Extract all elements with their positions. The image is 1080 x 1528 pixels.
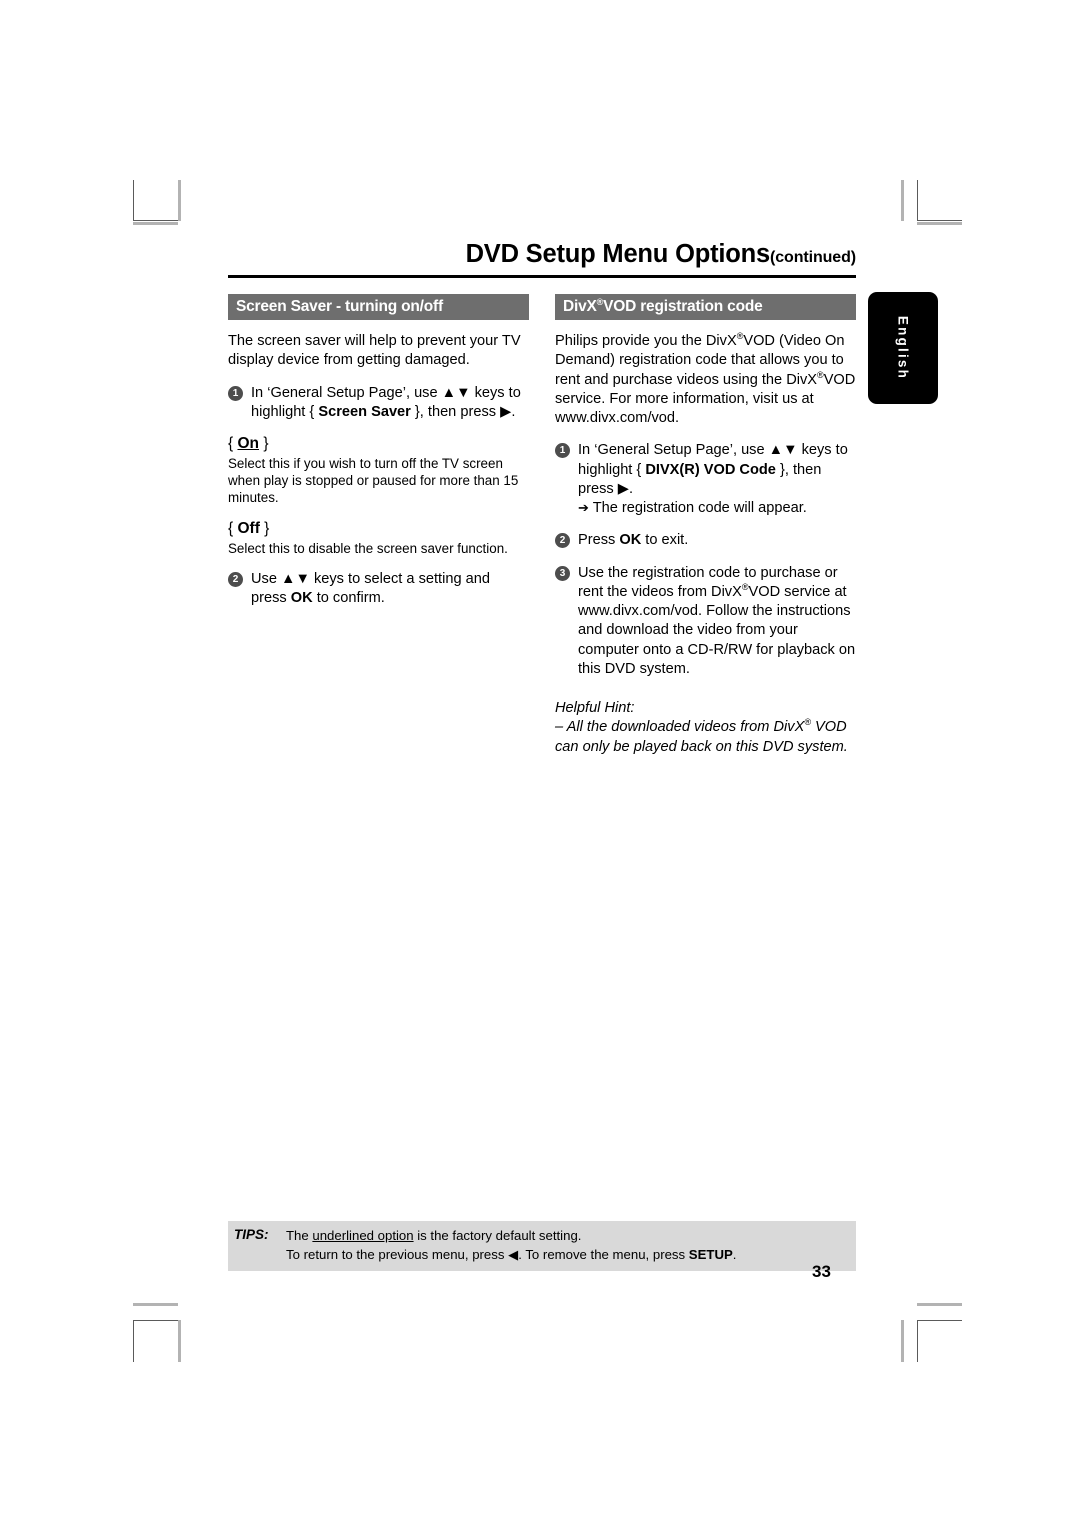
column-right: DivX®VOD registration code Philips provi… [555, 294, 856, 757]
tips-bar: TIPS: The underlined option is the facto… [228, 1221, 856, 1272]
section-header-divx-vod: DivX®VOD registration code [555, 294, 856, 321]
helpful-hint-heading: Helpful Hint: [555, 700, 635, 717]
option-off-label: Off [237, 519, 260, 537]
divx-step-2-text-after: to exit. [641, 532, 689, 549]
page-number: 33 [812, 1262, 831, 1281]
tips-content: The underlined option is the factory def… [286, 1227, 736, 1264]
column-left: Screen Saver - turning on/off The screen… [228, 294, 529, 757]
step-bullet-1: 1 [228, 385, 243, 401]
option-on-heading: { On } [228, 435, 529, 454]
tips-line-1-post: is the factory default setting. [413, 1228, 582, 1243]
helpful-hint: Helpful Hint: – All the downloaded video… [555, 699, 856, 757]
divx-step-1-result-text: The registration code will appear. [592, 500, 807, 517]
option-on-description: Select this if you wish to turn off the … [228, 455, 519, 506]
screen-saver-step-2: 2 Use ▲▼ keys to select a setting and pr… [228, 570, 529, 609]
registered-trademark-icon: ® [817, 369, 824, 380]
tips-line-1-underlined: underlined option [312, 1228, 414, 1243]
tips-line-1-pre: The [286, 1228, 313, 1243]
tips-line-1: The underlined option is the factory def… [286, 1227, 736, 1246]
divx-step-1: 1 In ‘General Setup Page’, use ▲▼ keys t… [555, 441, 856, 518]
step-bullet-2: 2 [228, 571, 243, 587]
step-bullet-1: 1 [555, 443, 570, 459]
divx-step-1-bold-term: DIVX(R) VOD Code [645, 461, 776, 478]
section-header-divx-pre: DivX [563, 298, 597, 315]
tips-label: TIPS: [234, 1227, 269, 1242]
language-side-tab: English [868, 292, 938, 404]
option-on-label: On [237, 435, 260, 453]
arrow-right-icon: ➔ [578, 500, 589, 516]
step-1-bold-term: Screen Saver [318, 403, 411, 420]
step-bullet-3: 3 [555, 565, 570, 581]
divx-step-2: 2 Press OK to exit. [555, 531, 856, 550]
screen-saver-intro: The screen saver will help to prevent yo… [228, 333, 521, 369]
page-title: DVD Setup Menu Options(continued) [228, 240, 857, 272]
page-title-main: DVD Setup Menu Options [465, 240, 771, 268]
step-bullet-2: 2 [555, 533, 570, 549]
section-header-screen-saver: Screen Saver - turning on/off [228, 294, 529, 321]
step-2-text-after: to confirm. [312, 590, 385, 607]
step-1-text-after: }, then press ▶. [410, 403, 516, 420]
tips-line-2-bold: SETUP [688, 1246, 733, 1262]
divx-step-2-bold-term: OK [619, 532, 642, 549]
registered-trademark-icon: ® [804, 717, 811, 728]
helpful-hint-body: – All the downloaded videos from DivX® V… [555, 718, 856, 757]
option-on-brace-close: } [259, 435, 269, 453]
option-off-description: Select this to disable the screen saver … [228, 540, 508, 556]
option-off-heading: { Off } [228, 520, 529, 539]
option-off-brace-close: } [259, 519, 270, 537]
page-title-continued: (continued) [770, 249, 856, 266]
step-2-bold-term: OK [290, 590, 313, 607]
tips-line-2-pre: To return to the previous menu, press ◀.… [286, 1246, 689, 1262]
divx-step-1-result: ➔ The registration code will appear. [578, 499, 856, 518]
title-divider [228, 275, 856, 278]
tips-line-2-post: . [732, 1246, 737, 1262]
page-content: DVD Setup Menu Options(continued) Screen… [228, 240, 856, 757]
tips-line-2: To return to the previous menu, press ◀.… [286, 1246, 736, 1265]
screen-saver-step-1: 1 In ‘General Setup Page’, use ▲▼ keys t… [228, 384, 529, 423]
helpful-hint-body-a: – All the downloaded videos from DivX [555, 719, 805, 736]
two-column-layout: Screen Saver - turning on/off The screen… [228, 294, 856, 757]
language-side-tab-label: English [895, 315, 911, 381]
divx-intro-line1b: VOD [743, 333, 775, 350]
divx-intro: Philips provide you the DivX®VOD (Video … [555, 332, 856, 428]
divx-intro-line1: Philips provide you the DivX [555, 333, 737, 350]
divx-step-3: 3 Use the registration code to purchase … [555, 564, 856, 680]
divx-step-2-text-before: Press [578, 532, 620, 549]
section-header-divx-post: VOD registration code [603, 298, 763, 315]
